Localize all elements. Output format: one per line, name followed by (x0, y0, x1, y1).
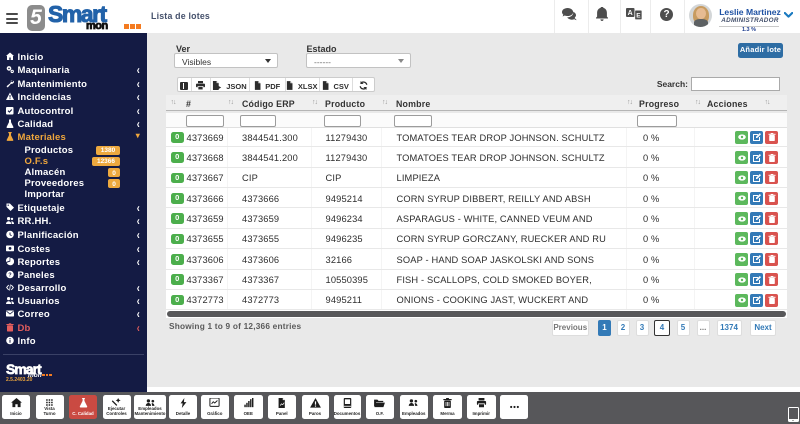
svg-text:A: A (628, 10, 633, 17)
svg-text:?: ? (8, 273, 12, 279)
svg-text:E: E (636, 13, 641, 20)
